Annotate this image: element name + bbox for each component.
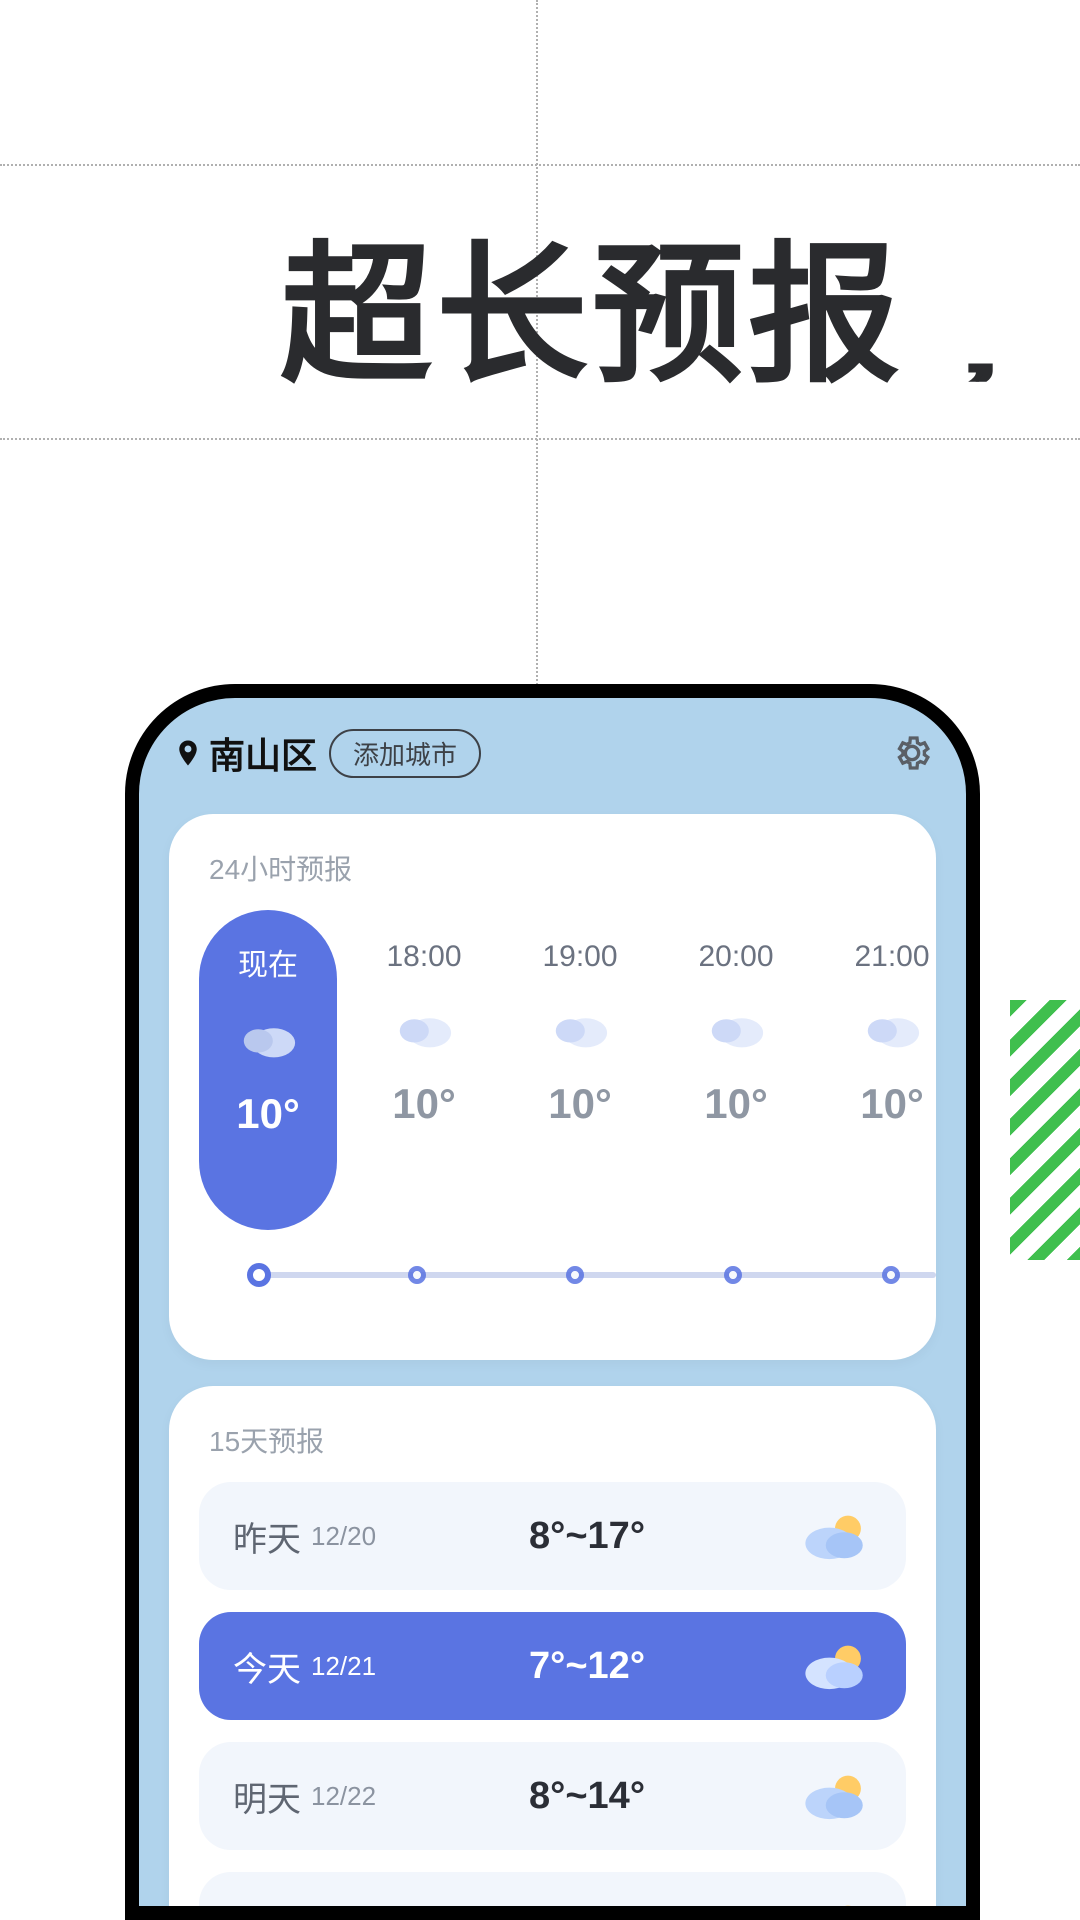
hourly-title: 24小时预报 [199, 848, 906, 888]
day-date: 12/21 [311, 1651, 376, 1682]
hourly-forecast-card: 24小时预报 现在10°18:0010°19:0010°20:0010°21:0… [169, 814, 936, 1360]
location-bar: 南山区 添加城市 [139, 718, 966, 788]
hour-temp: 10° [236, 1090, 300, 1138]
day-name: 后天 [233, 1902, 301, 1920]
day-name: 今天 [233, 1642, 301, 1691]
quote-decor: ,, [960, 343, 975, 361]
hour-timeline [259, 1272, 936, 1278]
partly-cloudy-icon [798, 1768, 872, 1824]
partly-cloudy-icon [798, 1898, 872, 1920]
day-row[interactable]: 今天 12/217°~12° [199, 1612, 906, 1720]
hour-time: 19:00 [542, 940, 617, 974]
cloud-icon [549, 996, 611, 1058]
hour-time: 21:00 [854, 940, 929, 974]
hour-item[interactable]: 18:00 10° [355, 910, 493, 1230]
settings-icon[interactable] [892, 733, 932, 773]
location-name: 南山区 [209, 727, 317, 779]
current-location[interactable]: 南山区 [173, 727, 317, 779]
hour-item[interactable]: 20:00 10° [667, 910, 805, 1230]
daily-list: 昨天 12/208°~17° 今天 12/217°~12° 明天 12/228°~14° 后… [199, 1482, 906, 1920]
hour-item[interactable]: 21:00 10° [823, 910, 936, 1230]
day-row[interactable]: 后天 12/238°~15° [199, 1872, 906, 1920]
hour-time: 18:00 [386, 940, 461, 974]
day-range: 8°~17° [376, 1515, 798, 1558]
cloud-icon [237, 1006, 299, 1068]
partly-cloudy-icon [798, 1638, 872, 1694]
day-row[interactable]: 昨天 12/208°~17° [199, 1482, 906, 1590]
day-date: 12/20 [311, 1521, 376, 1552]
cloud-icon [705, 996, 767, 1058]
day-name: 明天 [233, 1772, 301, 1821]
hour-time: 现在 [238, 940, 298, 984]
day-name: 昨天 [233, 1512, 301, 1561]
location-pin-icon [173, 738, 203, 768]
cloud-icon [393, 996, 455, 1058]
hourly-list[interactable]: 现在10°18:0010°19:0010°20:0010°21:0010° [199, 910, 906, 1320]
hour-temp: 10° [548, 1080, 612, 1128]
day-date: 12/22 [311, 1781, 376, 1812]
hour-item[interactable]: 现在 10° [199, 910, 337, 1230]
partly-cloudy-icon [798, 1508, 872, 1564]
hour-time: 20:00 [698, 940, 773, 974]
day-range: 8°~15° [376, 1905, 798, 1920]
stripe-decor [1010, 1000, 1080, 1260]
day-range: 8°~14° [376, 1775, 798, 1818]
daily-title: 15天预报 [199, 1420, 906, 1460]
day-date: 12/23 [311, 1911, 376, 1920]
phone-mockup: 南山区 添加城市 24小时预报 现在10°18:0010°19:0010°20:… [125, 684, 980, 1920]
hour-temp: 10° [860, 1080, 924, 1128]
day-row[interactable]: 明天 12/228°~14° [199, 1742, 906, 1850]
add-city-button[interactable]: 添加城市 [329, 729, 481, 778]
daily-forecast-card: 15天预报 昨天12/208°~17°今天12/217°~12°明天12/228… [169, 1386, 936, 1920]
hour-item[interactable]: 19:00 10° [511, 910, 649, 1230]
headline-text: 超长预报 [280, 240, 904, 392]
hour-temp: 10° [704, 1080, 768, 1128]
cloud-icon [861, 996, 923, 1058]
hour-temp: 10° [392, 1080, 456, 1128]
day-range: 7°~12° [376, 1645, 798, 1688]
